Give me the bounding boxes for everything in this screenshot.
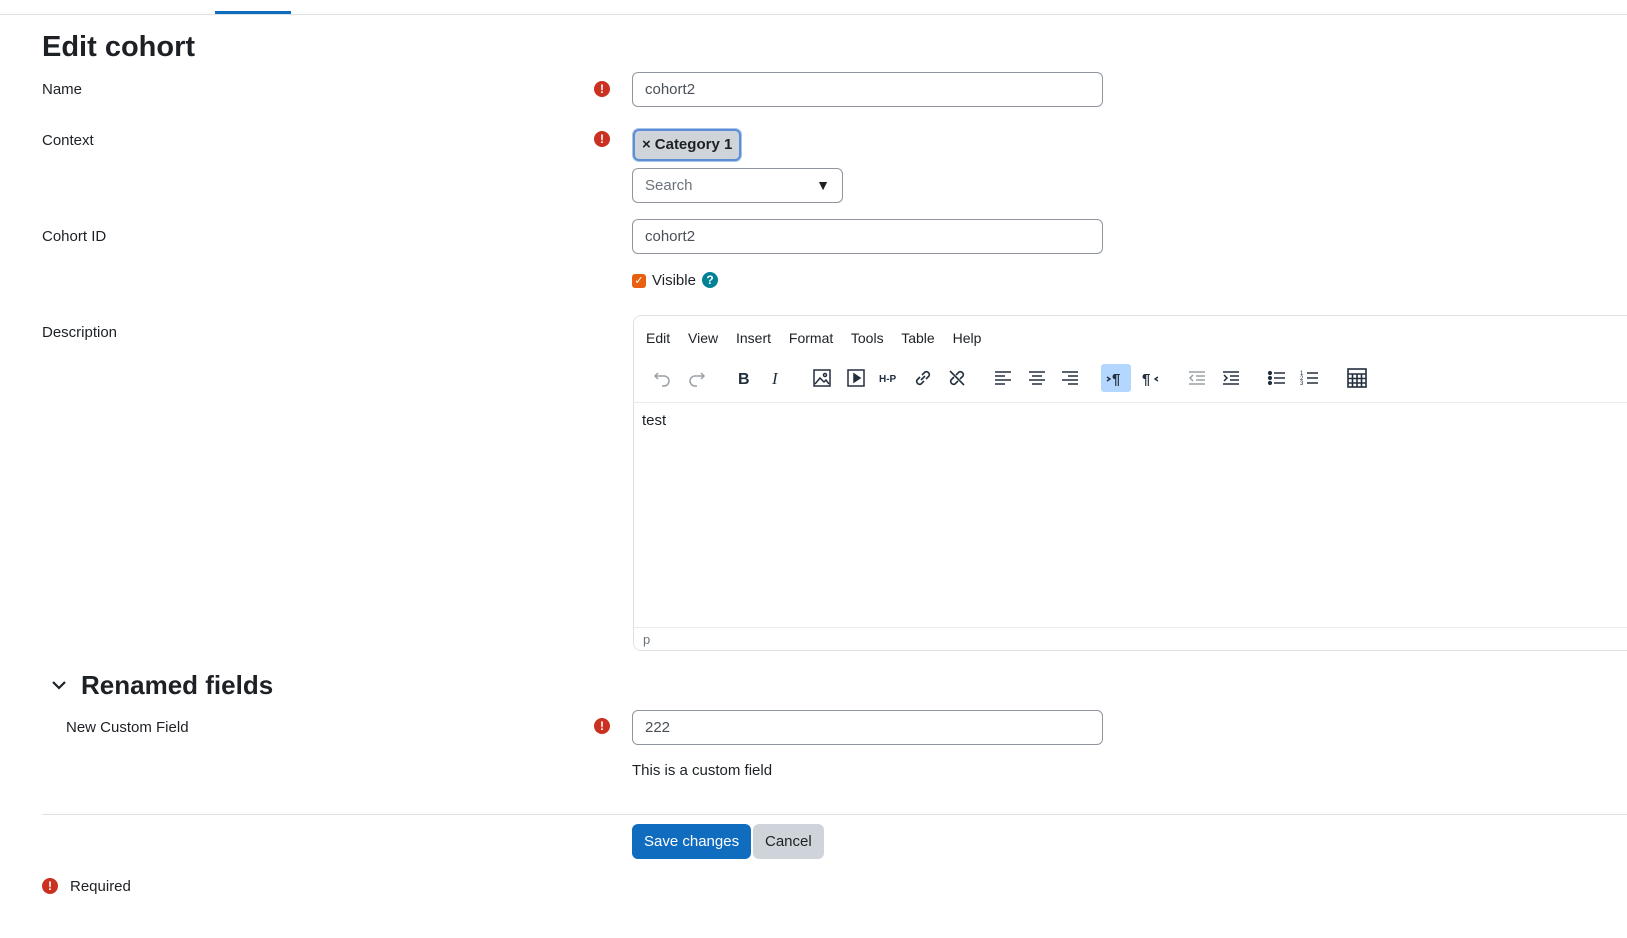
bullet-list-icon[interactable]	[1262, 364, 1292, 392]
toolbar-divider	[634, 402, 1627, 403]
element-path[interactable]: p	[643, 632, 650, 647]
section-title-renamed-fields[interactable]: Renamed fields	[81, 668, 273, 702]
align-right-icon[interactable]	[1055, 364, 1085, 392]
chip-label: Category 1	[654, 136, 733, 153]
indent-icon[interactable]	[1216, 364, 1246, 392]
required-icon: !	[594, 718, 610, 734]
description-label: Description	[42, 324, 118, 341]
svg-text:B: B	[738, 371, 750, 388]
link-icon[interactable]	[908, 364, 938, 392]
remove-chip-icon[interactable]: ×	[642, 136, 651, 153]
context-selected-chip[interactable]: × Category 1	[633, 129, 742, 161]
media-icon[interactable]	[841, 364, 871, 392]
context-label: Context	[42, 132, 94, 149]
chevron-down-icon[interactable]	[50, 678, 68, 692]
dropdown-arrow-icon[interactable]: ▼	[816, 169, 830, 202]
name-input[interactable]: cohort2	[632, 72, 1103, 107]
align-left-icon[interactable]	[988, 364, 1018, 392]
image-icon[interactable]	[807, 364, 837, 392]
cohort-id-label: Cohort ID	[42, 228, 107, 245]
custom-field-input[interactable]: 222	[632, 710, 1103, 745]
menu-help[interactable]: Help	[953, 330, 982, 346]
unlink-icon[interactable]	[942, 364, 972, 392]
italic-icon[interactable]: I	[761, 364, 791, 392]
cancel-button[interactable]: Cancel	[753, 824, 824, 859]
ltr-icon[interactable]: ¶	[1101, 364, 1131, 392]
visible-label: Visible	[652, 272, 696, 289]
svg-text:I: I	[771, 369, 779, 388]
custom-field-label: New Custom Field	[66, 719, 189, 736]
required-icon: !	[594, 131, 610, 147]
active-tab-indicator	[215, 11, 291, 14]
form-divider	[42, 814, 1627, 815]
required-icon: !	[42, 878, 58, 894]
help-icon[interactable]: ?	[702, 272, 718, 288]
bold-icon[interactable]: B	[728, 364, 758, 392]
cohort-id-input[interactable]: cohort2	[632, 219, 1103, 254]
numbered-list-icon[interactable]: 123	[1295, 364, 1325, 392]
menu-view[interactable]: View	[688, 330, 718, 346]
context-search-select[interactable]: Search ▼	[632, 168, 843, 203]
menu-format[interactable]: Format	[789, 330, 833, 346]
search-placeholder: Search	[645, 177, 693, 194]
svg-text:H-P: H-P	[879, 374, 897, 385]
save-changes-button[interactable]: Save changes	[632, 824, 752, 859]
custom-field-note: This is a custom field	[632, 762, 773, 779]
required-legend: Required	[70, 878, 131, 895]
menu-table[interactable]: Table	[901, 330, 934, 346]
undo-icon[interactable]	[647, 364, 677, 392]
svg-text:¶: ¶	[1112, 371, 1120, 388]
page-title: Edit cohort	[42, 31, 196, 63]
menu-insert[interactable]: Insert	[736, 330, 771, 346]
visible-checkbox[interactable]: ✓	[632, 274, 646, 288]
rtl-icon[interactable]: ¶	[1135, 364, 1165, 392]
name-label: Name	[42, 81, 83, 98]
rich-text-editor[interactable]: Edit View Insert Format Tools Table Help…	[633, 315, 1627, 651]
editor-content[interactable]: test	[642, 412, 666, 429]
outdent-icon[interactable]	[1182, 364, 1212, 392]
h5p-icon[interactable]: H-P	[874, 364, 904, 392]
align-center-icon[interactable]	[1022, 364, 1052, 392]
top-divider	[0, 14, 1627, 15]
editor-menubar: Edit View Insert Format Tools Table Help	[646, 330, 995, 346]
svg-text:¶: ¶	[1142, 371, 1150, 388]
menu-tools[interactable]: Tools	[851, 330, 884, 346]
svg-text:3: 3	[1300, 381, 1304, 387]
table-icon[interactable]	[1342, 364, 1372, 392]
required-icon: !	[594, 81, 610, 97]
editor-statusbar: p	[634, 627, 1627, 652]
menu-edit[interactable]: Edit	[646, 330, 670, 346]
redo-icon[interactable]	[682, 364, 712, 392]
